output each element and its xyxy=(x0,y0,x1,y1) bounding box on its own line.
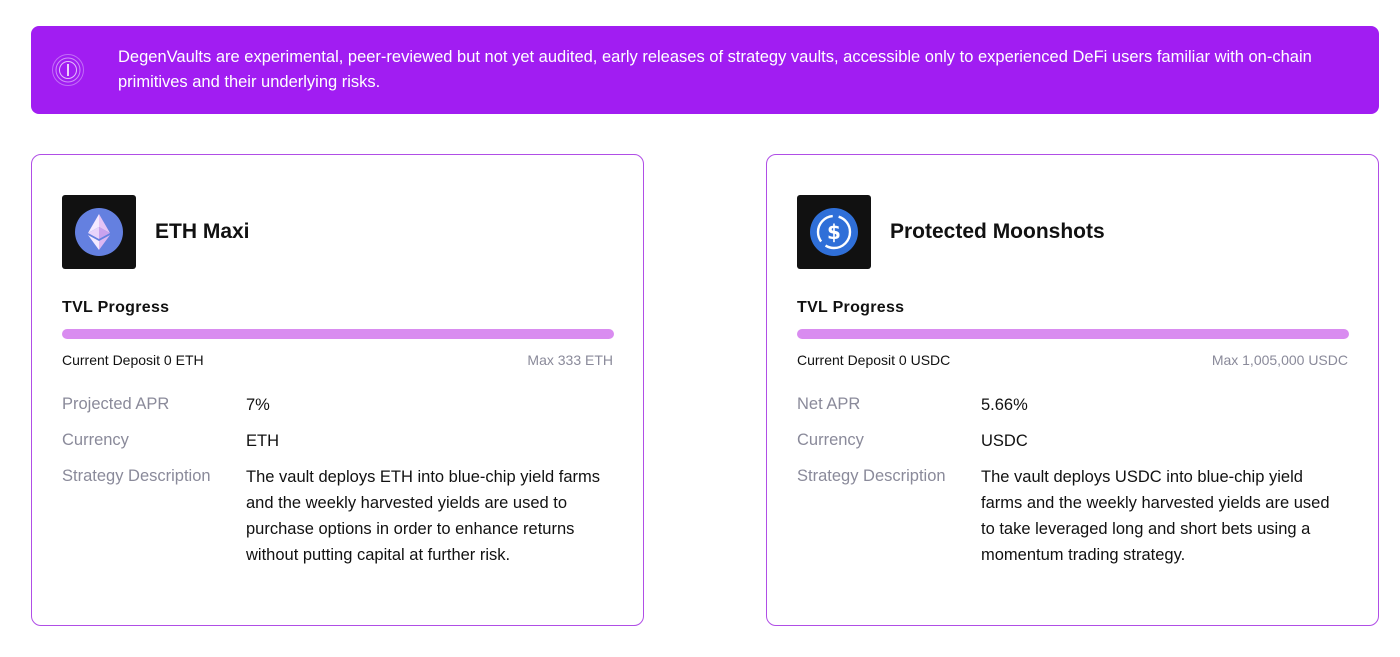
svg-text:$: $ xyxy=(827,220,841,244)
vault-header: $ Protected Moonshots xyxy=(797,195,1105,269)
strategy-description: The vault deploys USDC into blue-chip yi… xyxy=(981,468,1330,564)
currency-row: Currency ETH xyxy=(62,428,622,454)
currency-value: ETH xyxy=(246,432,279,450)
info-icon xyxy=(51,53,85,87)
tvl-progress-bar xyxy=(797,329,1349,339)
currency-value: USDC xyxy=(981,432,1028,450)
vault-card-eth-maxi[interactable]: ETH Maxi TVL Progress Current Deposit 0 … xyxy=(31,154,644,626)
vault-details: Net APR 5.66% Currency USDC Strategy Des… xyxy=(797,392,1357,578)
vault-title: Protected Moonshots xyxy=(890,220,1105,243)
currency-row: Currency USDC xyxy=(797,428,1357,454)
max-capacity: Max 1,005,000 USDC xyxy=(1211,352,1348,368)
currency-label: Currency xyxy=(797,431,864,449)
apr-value: 7% xyxy=(246,396,270,414)
apr-label: Projected APR xyxy=(62,395,170,413)
tvl-progress-bar xyxy=(62,329,614,339)
apr-row: Projected APR 7% xyxy=(62,392,622,418)
vault-card-protected-moonshots[interactable]: $ Protected Moonshots TVL Progress Curre… xyxy=(766,154,1379,626)
strategy-label: Strategy Description xyxy=(62,467,211,485)
max-capacity: Max 333 ETH xyxy=(527,352,613,368)
ethereum-icon xyxy=(62,195,136,269)
tvl-label: TVL Progress xyxy=(62,299,170,316)
risk-banner: DegenVaults are experimental, peer-revie… xyxy=(31,26,1379,114)
apr-label: Net APR xyxy=(797,395,861,413)
currency-label: Currency xyxy=(62,431,129,449)
tvl-label: TVL Progress xyxy=(797,299,905,316)
vault-header: ETH Maxi xyxy=(62,195,250,269)
strategy-row: Strategy Description The vault deploys U… xyxy=(797,464,1357,568)
apr-value: 5.66% xyxy=(981,396,1028,414)
strategy-label: Strategy Description xyxy=(797,467,946,485)
strategy-description: The vault deploys ETH into blue-chip yie… xyxy=(246,468,600,564)
strategy-row: Strategy Description The vault deploys E… xyxy=(62,464,622,568)
vault-details: Projected APR 7% Currency ETH Strategy D… xyxy=(62,392,622,578)
current-deposit: Current Deposit 0 ETH xyxy=(62,352,204,368)
current-deposit: Current Deposit 0 USDC xyxy=(797,352,951,368)
banner-text: DegenVaults are experimental, peer-revie… xyxy=(118,48,1312,91)
apr-row: Net APR 5.66% xyxy=(797,392,1357,418)
usdc-icon: $ xyxy=(797,195,871,269)
vault-title: ETH Maxi xyxy=(155,220,250,243)
